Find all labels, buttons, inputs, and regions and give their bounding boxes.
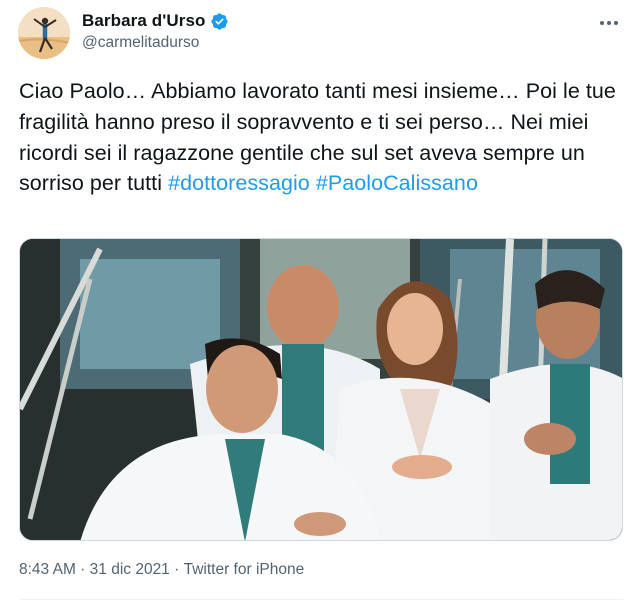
- hashtag-link[interactable]: #dottoressagio: [168, 171, 310, 195]
- tweet-text: Ciao Paolo… Abbiamo lavorato tanti mesi …: [19, 76, 619, 199]
- tweet-photo[interactable]: [19, 238, 623, 541]
- more-options-icon[interactable]: [596, 10, 622, 36]
- tweet-metadata: 8:43 AM · 31 dic 2021 · Twitter for iPho…: [19, 561, 304, 579]
- tweet-card[interactable]: Barbara d'Urso @carmelitadurso Ciao Paol…: [0, 0, 640, 614]
- author-handle[interactable]: @carmelitadurso: [82, 34, 199, 52]
- author-display-name[interactable]: Barbara d'Urso: [82, 11, 206, 31]
- meta-separator: ·: [169, 561, 184, 578]
- verified-badge-icon: [210, 12, 229, 31]
- meta-separator: ·: [75, 561, 90, 578]
- tweet-source[interactable]: Twitter for iPhone: [184, 561, 305, 579]
- divider: [19, 599, 623, 600]
- tweet-photo-image: [20, 239, 622, 540]
- hashtag-link[interactable]: #PaoloCalissano: [316, 171, 478, 195]
- tweet-date[interactable]: 31 dic 2021: [90, 561, 170, 579]
- avatar[interactable]: [18, 7, 70, 59]
- avatar-image: [18, 7, 70, 59]
- tweet-time[interactable]: 8:43 AM: [19, 561, 76, 579]
- author-name-row[interactable]: Barbara d'Urso: [82, 11, 229, 31]
